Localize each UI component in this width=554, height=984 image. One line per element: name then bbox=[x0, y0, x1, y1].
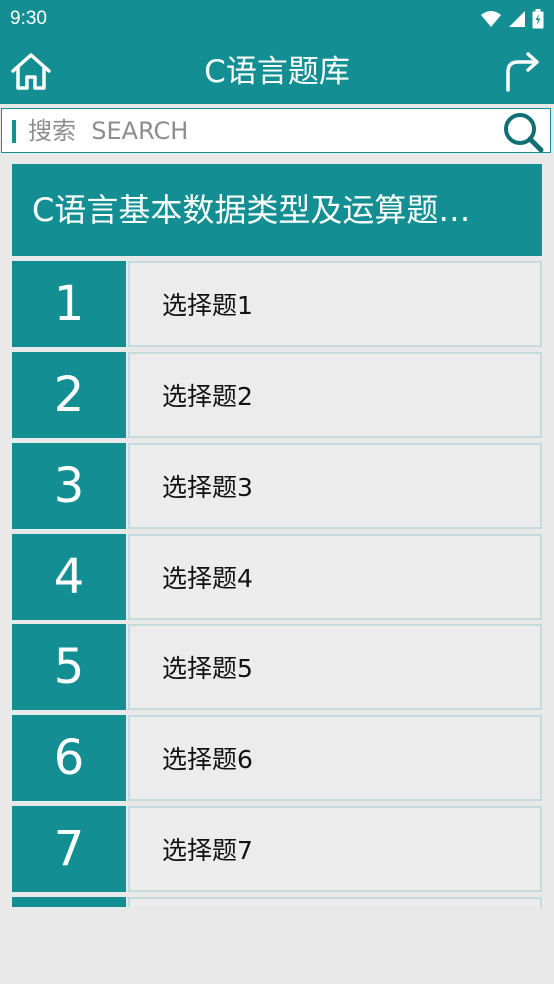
question-item-2[interactable]: 2 选择题2 bbox=[12, 352, 542, 438]
battery-icon bbox=[532, 9, 544, 29]
category-title: C语言基本数据类型及运算题… bbox=[32, 191, 471, 229]
refresh-button[interactable] bbox=[500, 52, 544, 92]
question-number: 5 bbox=[12, 624, 126, 710]
search-button[interactable] bbox=[502, 111, 544, 153]
question-item-1[interactable]: 1 选择题1 bbox=[12, 261, 542, 347]
question-label-box: 选择题4 bbox=[128, 534, 542, 620]
search-bar bbox=[1, 108, 551, 153]
status-icons bbox=[480, 8, 544, 30]
question-label: 选择题2 bbox=[162, 382, 253, 411]
question-label: 选择题1 bbox=[162, 291, 253, 320]
search-cursor bbox=[12, 120, 16, 143]
question-item-8[interactable] bbox=[12, 897, 542, 907]
question-list: 1 选择题1 2 选择题2 3 选择题3 4 选择题4 5 选择题5 6 选择题… bbox=[12, 261, 542, 907]
status-time: 9:30 bbox=[10, 8, 47, 29]
question-label-box: 选择题5 bbox=[128, 624, 542, 710]
question-item-3[interactable]: 3 选择题3 bbox=[12, 443, 542, 529]
question-number: 1 bbox=[12, 261, 126, 347]
question-number: 7 bbox=[12, 806, 126, 892]
category-header: C语言基本数据类型及运算题… bbox=[12, 164, 542, 256]
signal-icon bbox=[509, 11, 525, 27]
question-number: 4 bbox=[12, 534, 126, 620]
question-label-box: 选择题2 bbox=[128, 352, 542, 438]
question-label: 选择题4 bbox=[162, 564, 253, 593]
app-bar: C语言题库 bbox=[0, 36, 554, 104]
status-bar: 9:30 bbox=[0, 0, 554, 36]
question-label-box: 选择题3 bbox=[128, 443, 542, 529]
search-input[interactable] bbox=[24, 113, 502, 149]
question-label-box bbox=[128, 897, 542, 907]
question-number bbox=[12, 897, 126, 907]
question-number: 6 bbox=[12, 715, 126, 801]
page-title: C语言题库 bbox=[204, 54, 350, 90]
question-label-box: 选择题6 bbox=[128, 715, 542, 801]
question-number: 2 bbox=[12, 352, 126, 438]
question-label: 选择题7 bbox=[162, 836, 253, 865]
wifi-icon bbox=[481, 11, 501, 27]
question-item-6[interactable]: 6 选择题6 bbox=[12, 715, 542, 801]
search-icon bbox=[504, 113, 544, 153]
question-label-box: 选择题7 bbox=[128, 806, 542, 892]
question-number: 3 bbox=[12, 443, 126, 529]
question-item-7[interactable]: 7 选择题7 bbox=[12, 806, 542, 892]
question-label: 选择题6 bbox=[162, 745, 253, 774]
question-item-4[interactable]: 4 选择题4 bbox=[12, 534, 542, 620]
refresh-icon bbox=[506, 52, 539, 92]
question-label: 选择题3 bbox=[162, 473, 253, 502]
question-label: 选择题5 bbox=[162, 654, 253, 683]
question-label-box: 选择题1 bbox=[128, 261, 542, 347]
question-item-5[interactable]: 5 选择题5 bbox=[12, 624, 542, 710]
